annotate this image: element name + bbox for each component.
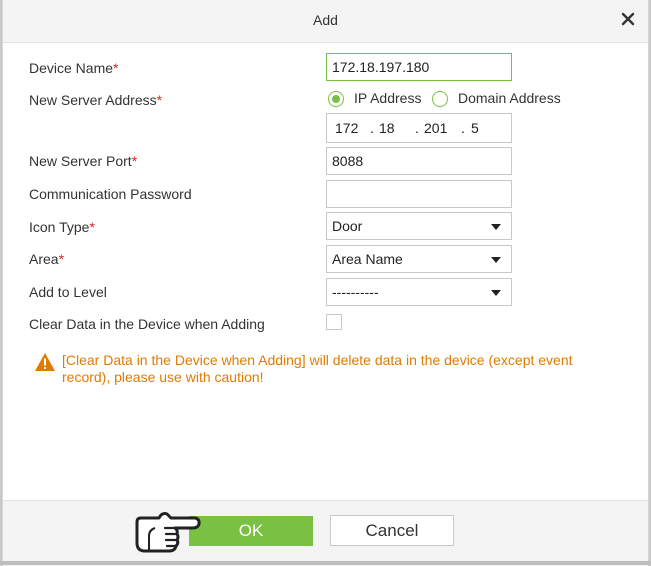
radio-ip-address-label[interactable]: IP Address — [354, 90, 421, 106]
chevron-down-icon — [491, 257, 501, 263]
radio-domain-address[interactable] — [432, 91, 448, 107]
area-select[interactable]: Area Name — [326, 245, 512, 273]
radio-ip-address[interactable] — [328, 91, 344, 107]
chevron-down-icon — [491, 290, 501, 296]
warning-message: [Clear Data in the Device when Adding] w… — [62, 352, 573, 385]
comm-password-input[interactable] — [326, 180, 512, 208]
ok-button[interactable]: OK — [189, 516, 313, 546]
ip-octet-4[interactable]: 5 — [471, 120, 479, 136]
ip-separator: . — [370, 120, 374, 136]
window-bottom-edge — [0, 561, 651, 565]
device-name-label: Device Name* — [29, 60, 119, 76]
chevron-down-icon — [491, 224, 501, 230]
close-icon[interactable] — [618, 9, 638, 29]
comm-password-label: Communication Password — [29, 186, 192, 202]
ip-address-input[interactable]: 172 . 18 . 201 . 5 — [326, 113, 512, 143]
ip-octet-3[interactable]: 201 — [424, 120, 447, 136]
add-device-dialog: Add Device Name* New Server Address* IP … — [2, 0, 649, 566]
server-address-label: New Server Address* — [29, 92, 163, 108]
server-port-label: New Server Port* — [29, 153, 138, 169]
clear-data-label: Clear Data in the Device when Adding — [29, 316, 265, 332]
pointing-hand-icon — [135, 512, 201, 553]
device-name-input[interactable] — [326, 53, 512, 81]
dialog-title: Add — [313, 12, 338, 28]
radio-domain-address-label[interactable]: Domain Address — [458, 90, 561, 106]
icon-type-label: Icon Type* — [29, 219, 95, 235]
add-to-level-value: ---------- — [332, 284, 379, 300]
dialog-titlebar: Add — [3, 0, 648, 43]
ip-separator: . — [461, 120, 465, 136]
dialog-footer — [3, 500, 648, 566]
area-label: Area* — [29, 251, 65, 267]
area-value: Area Name — [332, 251, 403, 267]
icon-type-select[interactable]: Door — [326, 212, 512, 240]
cancel-button[interactable]: Cancel — [330, 515, 454, 546]
add-to-level-select[interactable]: ---------- — [326, 278, 512, 306]
add-to-level-label: Add to Level — [29, 284, 107, 300]
ip-separator: . — [415, 120, 419, 136]
ip-octet-2[interactable]: 18 — [379, 120, 395, 136]
server-port-input[interactable] — [326, 147, 512, 175]
icon-type-value: Door — [332, 218, 363, 234]
ip-octet-1[interactable]: 172 — [335, 120, 358, 136]
warning-icon — [35, 353, 55, 371]
clear-data-checkbox[interactable] — [326, 314, 342, 330]
